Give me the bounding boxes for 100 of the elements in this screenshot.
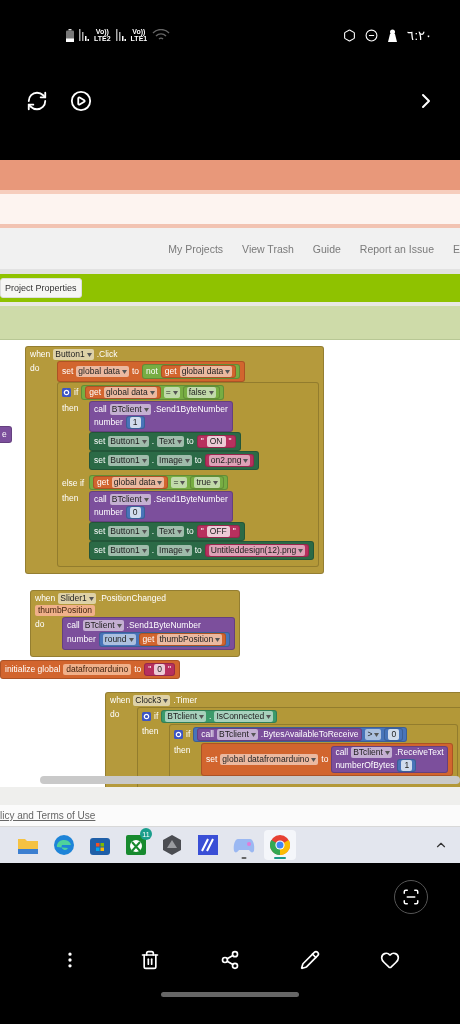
browser-icon [54,835,74,855]
block-keyword: .Send1ByteNumber [153,494,228,505]
block-keyword: " [200,526,204,537]
dropdown-field[interactable]: BTclient [165,711,206,722]
dropdown-field[interactable]: Button1 [108,526,149,537]
value-field[interactable]: 1 [401,760,413,771]
dropdown-field[interactable]: Text [157,526,184,537]
running-indicator [274,857,286,859]
share-icon[interactable] [220,950,240,970]
caret-icon [243,458,249,463]
rotate-icon[interactable] [26,90,48,112]
dropdown-field[interactable]: on2.png [208,455,251,466]
heart-icon[interactable] [380,950,400,970]
nav-link[interactable]: Report an Issue [359,242,434,255]
value-field[interactable]: 0 [388,729,400,740]
block-keyword: . [151,436,155,447]
caret-icon [298,548,304,553]
block-keyword: . [209,711,212,722]
dropdown-field[interactable]: = [171,477,188,488]
dropdown-field[interactable]: = [163,387,180,398]
block-keyword: call [67,620,80,631]
block-keyword: to [131,366,140,377]
dropdown-field[interactable]: Untitleddesign(12).png [208,545,306,556]
nav-link[interactable]: View Trash [242,242,294,255]
caret-icon [128,637,134,642]
value-field[interactable]: 0 [129,507,141,518]
block-keyword: . [151,526,155,537]
dropdown-field[interactable]: > [365,729,382,740]
gear-icon[interactable] [62,388,71,397]
dropdown-field[interactable]: true [194,477,221,488]
dropdown-field[interactable]: Button1 [53,349,94,360]
value-field[interactable]: 0 [154,664,166,675]
caret-icon [225,369,231,374]
dropdown-field[interactable]: BTclient [217,729,258,740]
block-keyword: if [154,711,159,722]
caret-icon [250,732,256,737]
dropdown-field[interactable]: global data [76,366,129,377]
dropdown-field[interactable]: round [102,634,136,645]
dropdown-field[interactable]: Button1 [108,545,149,556]
taskbar-button[interactable] [264,830,296,860]
caret-icon [143,407,149,412]
block-keyword: get [89,387,102,398]
caret-icon [163,698,169,703]
block-keyword: number [94,507,123,518]
caret-icon [208,390,214,395]
dropdown-field[interactable]: Slider1 [58,593,96,604]
dropdown-field[interactable]: global datafromarduino [220,754,319,765]
block-keyword: .Click [96,349,118,360]
dropdown-field[interactable]: IsConnected [214,711,274,722]
block-keyword: to [186,436,194,447]
nav-link[interactable]: Guide [312,242,341,255]
dropdown-field[interactable]: Text [157,436,184,447]
dropdown-field[interactable]: global data [111,477,165,488]
dropdown-field[interactable]: Image [157,545,192,556]
dropdown-field[interactable]: BTclient [109,404,151,415]
gear-icon[interactable] [142,712,151,721]
nav-link[interactable]: My Projects [168,242,224,255]
dropdown-field[interactable]: Button1 [108,436,149,447]
block-keyword: not [146,366,158,377]
block-keyword: get [97,477,109,488]
dropdown-field[interactable]: false [186,387,216,398]
dropdown-field[interactable]: Button1 [108,455,149,466]
parameter-field[interactable]: datafromarduino [63,664,132,675]
scrollbar[interactable] [40,776,460,784]
game-app-icon [126,835,146,855]
scan-icon [402,888,420,906]
value-field[interactable]: OFF [206,526,230,537]
running-indicator [241,857,247,859]
parameter-field[interactable]: thumbPosition [35,605,95,616]
block-keyword: " [232,526,236,537]
caret-icon [176,439,182,444]
dropdown-field[interactable]: BTclient [82,620,124,631]
edit-icon[interactable] [300,950,320,970]
block-keyword: " [228,436,232,447]
block-keyword: to [321,754,329,765]
dropdown-field[interactable]: BTclient [351,747,392,758]
dropdown-field[interactable]: global data [179,366,233,377]
dropdown-field[interactable]: Image [157,455,192,466]
terms-link[interactable]: licy and Terms of Use [0,810,96,821]
block-keyword: number [67,634,96,645]
value-field[interactable]: 1 [129,417,141,428]
dropdown-field[interactable]: global data [104,387,157,398]
nav-link[interactable]: E [453,242,460,255]
caret-icon [172,390,178,395]
dropdown-field[interactable]: thumbPosition [157,634,223,645]
value-field[interactable]: ON [206,436,226,447]
gear-icon[interactable] [174,730,183,739]
caret-icon [176,529,182,534]
block-keyword: set [94,455,106,466]
trash-icon[interactable] [140,950,160,970]
project-properties-button[interactable]: Project Properties [0,278,82,298]
block-keyword: then [142,725,160,736]
block-keyword: to [134,664,142,675]
dropdown-field[interactable]: BTclient [109,494,151,505]
play-icon[interactable] [70,90,92,112]
caret-icon [121,369,127,374]
block-keyword: to [194,545,202,556]
block-keyword: else if [62,477,86,489]
dropdown-field[interactable]: Clock3 [133,695,171,706]
lens-button[interactable] [394,880,428,914]
